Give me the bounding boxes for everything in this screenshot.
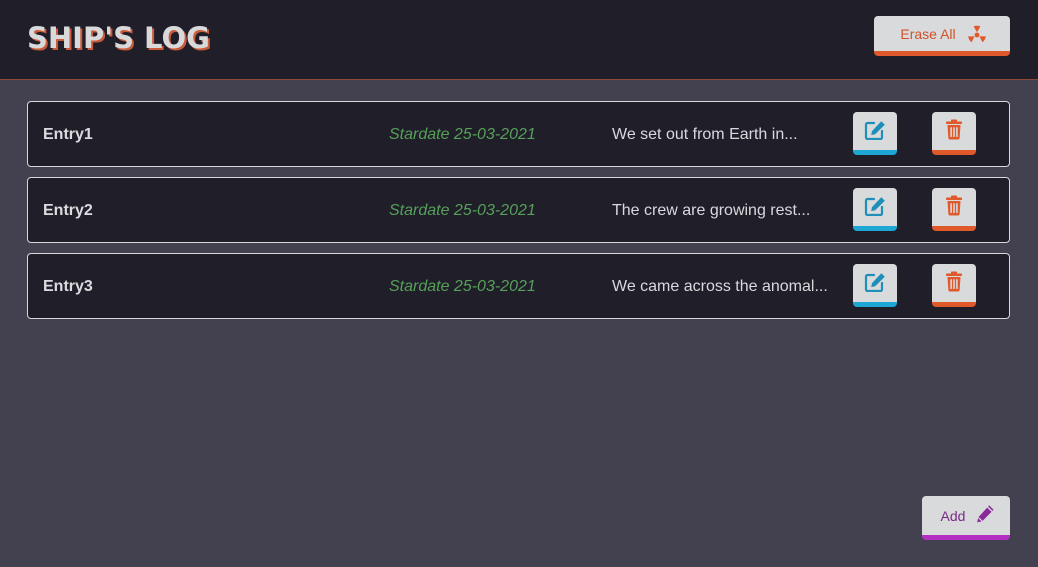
- entry-date: Stardate 25-03-2021: [389, 278, 536, 295]
- entry-date: Stardate 25-03-2021: [389, 126, 536, 143]
- trash-icon: [945, 271, 963, 292]
- delete-entry-button[interactable]: [932, 112, 976, 155]
- delete-entry-button[interactable]: [932, 264, 976, 307]
- entry-preview: We came across the anomal...: [612, 278, 828, 295]
- add-entry-button[interactable]: Add: [922, 496, 1010, 540]
- edit-entry-button[interactable]: [853, 264, 897, 307]
- trash-icon: [945, 195, 963, 216]
- delete-entry-button[interactable]: [932, 188, 976, 231]
- trash-icon: [945, 119, 963, 140]
- entry-preview: The crew are growing rest...: [612, 202, 811, 219]
- log-entry-row: Entry1 Stardate 25-03-2021 We set out fr…: [27, 101, 1010, 167]
- edit-entry-button[interactable]: [853, 112, 897, 155]
- erase-all-button[interactable]: Erase All: [874, 16, 1010, 56]
- entry-preview: We set out from Earth in...: [612, 126, 798, 143]
- log-entry-row: Entry2 Stardate 25-03-2021 The crew are …: [27, 177, 1010, 243]
- add-label: Add: [940, 507, 966, 524]
- log-entry-list: Entry1 Stardate 25-03-2021 We set out fr…: [27, 101, 1010, 329]
- edit-icon: [864, 272, 886, 292]
- edit-entry-button[interactable]: [853, 188, 897, 231]
- app-header: SHIP'S LOG Erase All: [0, 0, 1038, 80]
- radiation-icon: [966, 24, 988, 44]
- entry-name: Entry1: [43, 126, 93, 143]
- entry-date: Stardate 25-03-2021: [389, 202, 536, 219]
- entry-name: Entry3: [43, 278, 93, 295]
- erase-all-label: Erase All: [900, 25, 956, 42]
- log-entry-row: Entry3 Stardate 25-03-2021 We came acros…: [27, 253, 1010, 319]
- edit-icon: [864, 196, 886, 216]
- page-title: SHIP'S LOG: [27, 21, 210, 55]
- entry-name: Entry2: [43, 202, 93, 219]
- edit-icon: [864, 120, 886, 140]
- pencil-icon: [975, 504, 995, 527]
